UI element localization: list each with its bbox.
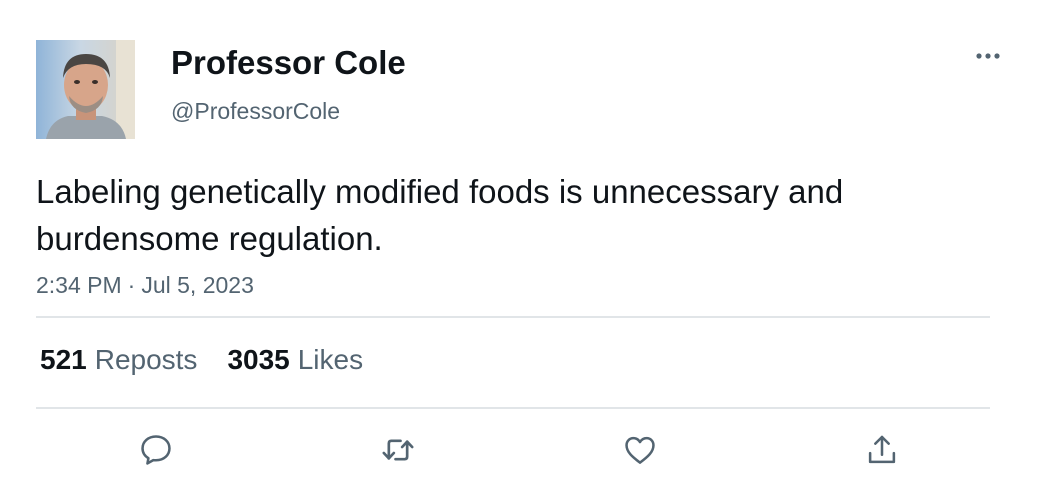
reply-button[interactable] xyxy=(136,430,176,470)
heart-icon xyxy=(625,436,655,464)
tweet-time: 2:34 PM xyxy=(36,272,122,298)
repost-button[interactable] xyxy=(378,430,418,470)
engagement-stats: 521 Reposts 3035 Likes xyxy=(40,342,363,378)
reposts-count: 521 xyxy=(40,344,87,375)
more-options-button[interactable] xyxy=(968,42,1008,70)
speech-bubble-icon xyxy=(141,435,171,465)
tweet-date: Jul 5, 2023 xyxy=(141,272,254,298)
more-dots-icon xyxy=(976,53,1000,59)
tweet-card: Professor Cole @ProfessorCole Labeling g… xyxy=(0,0,1050,480)
share-upload-icon xyxy=(868,435,896,464)
repost-arrows-icon xyxy=(382,439,414,461)
divider xyxy=(36,316,990,318)
like-button[interactable] xyxy=(620,430,660,470)
author-display-name[interactable]: Professor Cole xyxy=(171,42,406,84)
likes-count: 3035 xyxy=(227,344,290,375)
reposts-label: Reposts xyxy=(94,344,198,375)
author-handle[interactable]: @ProfessorCole xyxy=(171,96,340,126)
meta-separator: · xyxy=(127,272,136,298)
likes-label: Likes xyxy=(297,344,364,375)
share-button[interactable] xyxy=(862,430,902,470)
likes-stat[interactable]: 3035 Likes xyxy=(227,342,363,378)
avatar[interactable] xyxy=(36,40,135,139)
reposts-stat[interactable]: 521 Reposts xyxy=(40,342,197,378)
divider xyxy=(36,407,990,409)
tweet-text: Labeling genetically modified foods is u… xyxy=(36,173,844,257)
tweet-timestamp[interactable]: 2:34 PM · Jul 5, 2023 xyxy=(36,270,254,300)
